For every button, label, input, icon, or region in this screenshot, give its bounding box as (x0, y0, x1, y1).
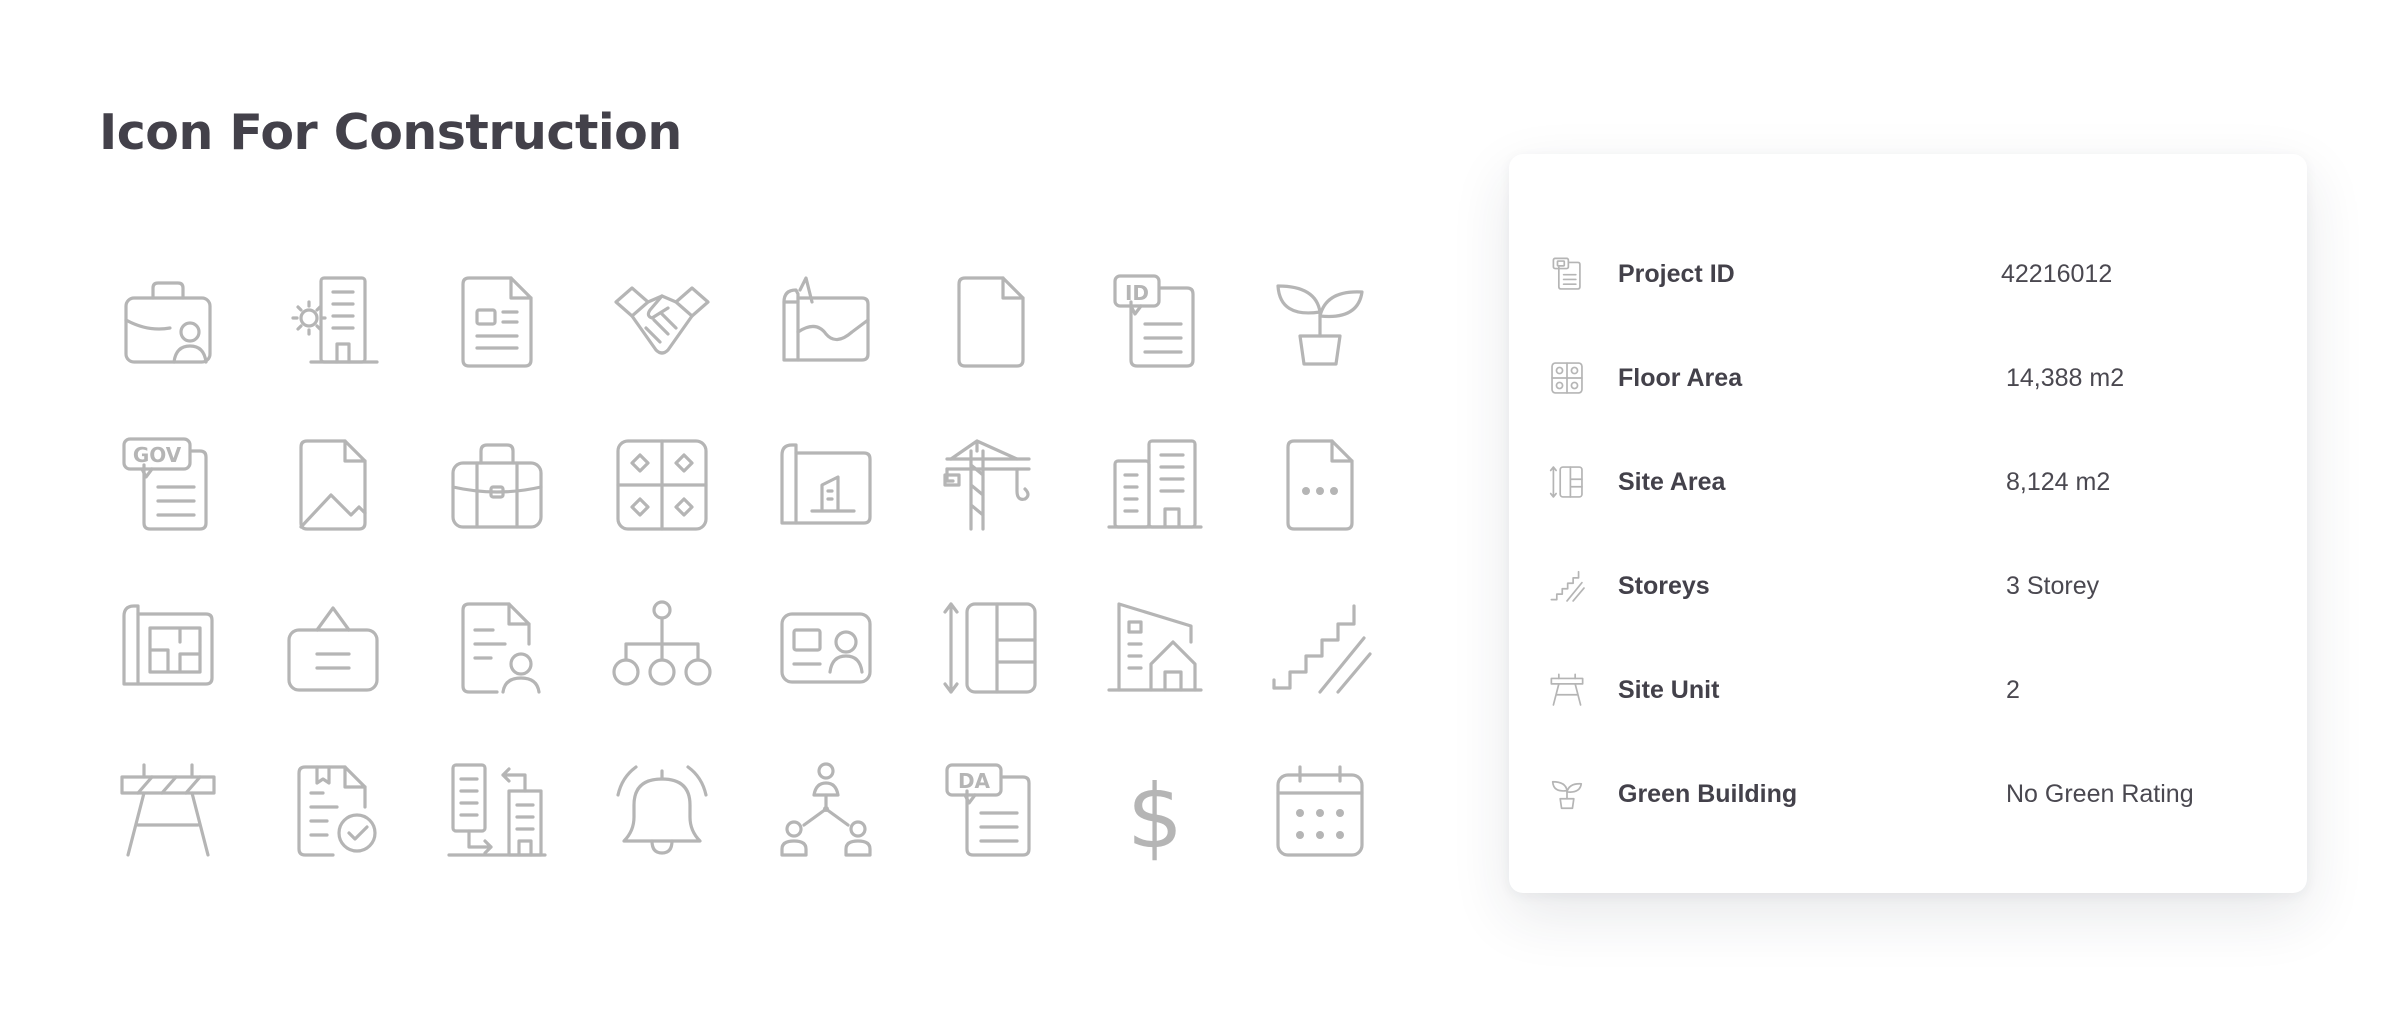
plant-icon (1550, 777, 1584, 811)
calendar-icon[interactable] (1268, 759, 1372, 863)
briefcase-icon[interactable] (445, 433, 549, 537)
icon-grid: ID GOV DA $ (116, 270, 1432, 922)
office-building-icon[interactable] (1103, 433, 1207, 537)
map-icon[interactable] (774, 270, 878, 374)
project-details-card: Project ID 42216012 Floor Area 14,388 m2 (1509, 154, 2307, 893)
site-unit-value: 2 (2006, 676, 2020, 704)
document-icon[interactable] (445, 270, 549, 374)
svg-text:ID: ID (1125, 281, 1149, 305)
building-transfer-icon[interactable] (445, 759, 549, 863)
house-building-icon[interactable] (1103, 596, 1207, 700)
blueprint-icon[interactable] (774, 433, 878, 537)
handshake-icon[interactable] (610, 270, 714, 374)
crane-icon[interactable] (939, 433, 1043, 537)
stairs-icon (1550, 569, 1585, 603)
svg-text:GOV: GOV (133, 443, 182, 467)
green-building-row: Green Building No Green Rating (1509, 764, 2307, 824)
project-id-value: 42216012 (2001, 260, 2113, 288)
dollar-icon[interactable]: $ (1103, 759, 1207, 868)
signboard-icon[interactable] (281, 596, 385, 700)
storeys-label: Storeys (1618, 572, 1710, 600)
hierarchy-icon[interactable] (610, 596, 714, 700)
svg-text:$: $ (1127, 765, 1183, 868)
barrier-icon (1550, 673, 1584, 707)
storeys-row: Storeys 3 Storey (1509, 556, 2307, 616)
document-user-icon[interactable] (445, 596, 549, 700)
barrier-icon[interactable] (116, 759, 220, 863)
document-check-icon[interactable] (281, 759, 385, 863)
id-document-icon[interactable]: ID (1103, 270, 1207, 374)
storeys-value: 3 Storey (2006, 572, 2100, 600)
da-document-icon[interactable]: DA (939, 759, 1043, 863)
gov-document-icon[interactable]: GOV (116, 433, 220, 537)
project-id-label: Project ID (1618, 260, 1735, 288)
file-icon[interactable] (939, 270, 1043, 374)
floor-plan-grid-icon[interactable] (610, 433, 714, 537)
floor-area-row: Floor Area 14,388 m2 (1509, 348, 2307, 408)
page-title: Icon For Construction (99, 104, 682, 161)
green-building-value: No Green Rating (2006, 780, 2194, 808)
svg-text:DA: DA (957, 769, 990, 793)
site-area-icon[interactable] (939, 596, 1043, 700)
file-more-icon[interactable] (1268, 433, 1372, 537)
site-area-icon (1549, 465, 1584, 499)
organization-chart-icon[interactable] (774, 759, 878, 863)
site-area-value: 8,124 m2 (2006, 468, 2111, 496)
floor-plan-icon[interactable] (116, 596, 220, 700)
site-area-row: Site Area 8,124 m2 (1509, 452, 2307, 512)
floor-plan-grid-icon (1550, 361, 1584, 395)
site-unit-row: Site Unit 2 (1509, 660, 2307, 720)
site-area-label: Site Area (1618, 468, 1726, 496)
plant-icon[interactable] (1268, 270, 1372, 374)
site-unit-label: Site Unit (1618, 676, 1720, 704)
contact-card-icon[interactable] (774, 596, 878, 700)
floor-area-label: Floor Area (1618, 364, 1743, 392)
project-id-row: Project ID 42216012 (1509, 244, 2307, 304)
building-gear-icon[interactable] (281, 270, 385, 374)
floor-area-value: 14,388 m2 (2006, 364, 2125, 392)
green-building-label: Green Building (1618, 780, 1798, 808)
image-file-icon[interactable] (281, 433, 385, 537)
id-document-icon (1550, 257, 1584, 291)
briefcase-user-icon[interactable] (116, 270, 220, 374)
bell-icon[interactable] (610, 759, 714, 863)
stairs-icon[interactable] (1268, 596, 1372, 700)
